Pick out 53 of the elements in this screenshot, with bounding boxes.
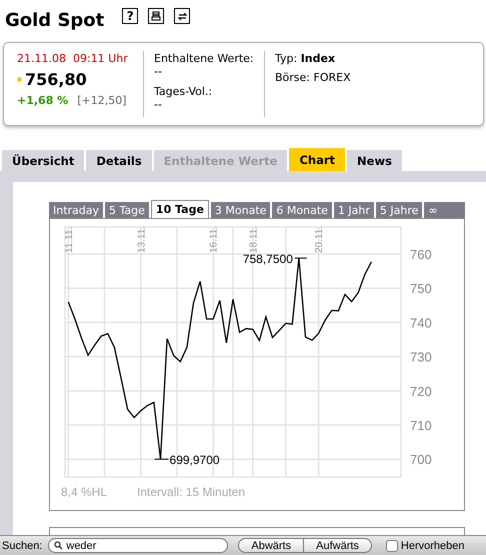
- meta-text: Typ: Index: [275, 52, 336, 65]
- change-percent: +1,68 %: [17, 94, 68, 107]
- tab[interactable]: Chart: [289, 148, 346, 171]
- x-axis-label: 18.11.: [248, 226, 260, 253]
- find-label: Suchen:: [2, 540, 42, 552]
- arrows-icon: [176, 10, 188, 22]
- tab[interactable]: News: [347, 150, 402, 171]
- quote-date: 21.11.08: [17, 52, 66, 65]
- page-title: Gold Spot: [5, 10, 104, 30]
- annotation: 699,9700: [170, 453, 220, 468]
- search-icon: [54, 541, 64, 550]
- find-button[interactable]: Abwärts: [238, 538, 304, 553]
- y-axis-label: 700: [410, 452, 432, 468]
- highlight-label: Hervorheben: [400, 540, 465, 552]
- range-label: 8,4 %HL: [61, 485, 108, 499]
- info-label: Tages-Vol.:: [154, 85, 214, 98]
- info-label: Enthaltene Werte:: [154, 52, 254, 65]
- x-axis-label: 13.11.: [136, 226, 148, 253]
- meta-text: Börse: FOREX: [275, 71, 351, 84]
- annotation: 758,7500: [242, 252, 294, 266]
- period-tab[interactable]: 6 Monate: [272, 202, 332, 218]
- y-axis-label: 760: [410, 247, 432, 262]
- info-value: --: [154, 65, 163, 78]
- quote-time: 09:11 Uhr: [72, 52, 128, 65]
- y-axis-label: 740: [410, 315, 432, 330]
- printer-icon: [151, 10, 162, 22]
- y-axis-label: 750: [410, 281, 432, 296]
- search-field[interactable]: weder: [48, 538, 228, 553]
- period-tab[interactable]: 10 Tage: [150, 200, 209, 218]
- y-axis-label: 730: [410, 350, 432, 365]
- tab[interactable]: Details: [86, 150, 152, 171]
- find-button[interactable]: Aufwärts: [304, 538, 372, 553]
- change-absolute: [+12,50]: [77, 94, 127, 107]
- period-tab[interactable]: 5 Tage: [105, 202, 149, 218]
- quote-price: 756,80: [25, 70, 87, 89]
- x-axis-label: 20.11.: [314, 226, 326, 253]
- refresh-button[interactable]: [174, 8, 190, 24]
- period-tab[interactable]: 3 Monate: [210, 202, 270, 218]
- period-tab[interactable]: 1 Jahr: [334, 202, 374, 218]
- tab[interactable]: Übersicht: [2, 150, 84, 171]
- info-value: --: [154, 98, 163, 111]
- print-button[interactable]: [148, 8, 164, 24]
- period-tab[interactable]: 5 Jahre: [376, 202, 422, 218]
- period-tab[interactable]: Intraday: [49, 202, 104, 218]
- y-axis-label: 720: [410, 384, 432, 399]
- x-axis-label: 11.11.: [64, 226, 75, 253]
- interval-label: Intervall: 15 Minuten: [137, 485, 246, 499]
- x-axis-label: 16.11.: [208, 226, 220, 253]
- y-axis-label: 710: [410, 418, 432, 434]
- status-dot-icon: [17, 77, 22, 82]
- highlight-checkbox[interactable]: [386, 540, 398, 552]
- period-tab[interactable]: ∞: [424, 202, 465, 218]
- help-button[interactable]: ?: [122, 8, 138, 24]
